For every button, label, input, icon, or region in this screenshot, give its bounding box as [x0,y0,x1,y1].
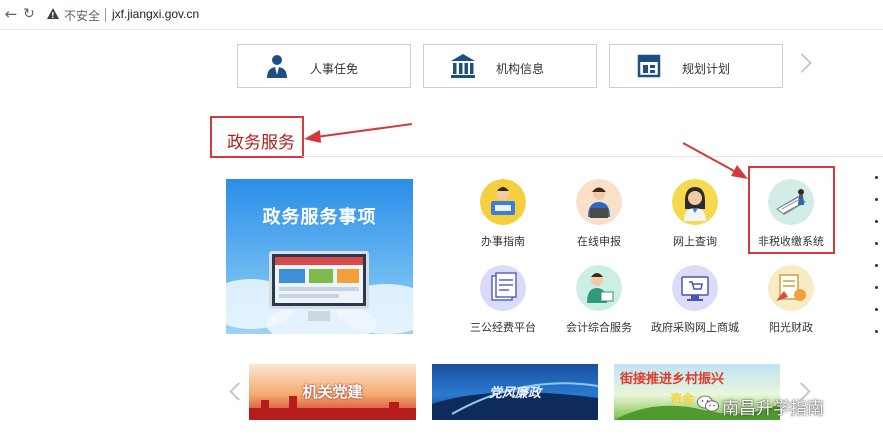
card-plan[interactable]: 规划计划 [609,44,783,88]
security-status[interactable]: 不安全 [64,7,100,24]
annotation-arrow-down-icon [682,142,748,179]
highlight-box [748,166,835,254]
back-arrow-icon[interactable]: ← [2,5,20,23]
card-label: 规划计划 [682,62,731,76]
card-personnel[interactable]: 人事任免 [237,44,411,88]
chevron-left-icon[interactable] [229,382,248,401]
url-field[interactable]: jxf.jiangxi.gov.cn [112,7,199,21]
browser-address-bar: ← ↻ ! 不安全 jxf.jiangxi.gov.cn [0,0,883,30]
procurement-mall-icon [672,265,718,311]
section-title-box: 政务服务 [210,116,304,158]
service-label: 阳光财政 [769,321,813,334]
divider [105,8,106,22]
sunshine-finance-icon [768,265,814,311]
building-icon [451,54,475,78]
section-divider [302,156,883,157]
card-label: 人事任免 [310,62,359,76]
reload-icon[interactable]: ↻ [20,5,38,23]
party-building-banner[interactable]: 机关党建 [249,364,416,420]
section-title: 政务服务 [227,133,295,153]
monitor-illustration [269,251,369,309]
online-query-icon [672,179,718,225]
banner-sublabel: 资金 [670,392,695,406]
watermark-text: 南昌升学指南 [722,399,824,419]
annotation-arrow-left-icon [304,123,413,143]
banner-label: 党风廉政 [488,386,541,401]
card-institution[interactable]: 机构信息 [423,44,597,88]
accounting-icon [576,265,622,311]
wechat-icon [697,395,719,412]
chevron-right-icon[interactable] [792,53,812,73]
card-label: 机构信息 [496,62,545,76]
clean-governance-banner[interactable]: 党风廉政 [432,364,598,420]
banner-label: 街接推进乡村振兴 [620,372,725,387]
guide-icon [480,179,526,225]
banner-title: 政务服务事项 [262,207,377,228]
three-expenses-icon [480,265,526,311]
person-icon [267,55,287,78]
online-declare-icon [576,179,622,225]
gov-service-banner[interactable]: 政务服务事项 [226,179,413,334]
plan-icon [637,54,661,78]
banner-label: 机关党建 [302,383,363,401]
